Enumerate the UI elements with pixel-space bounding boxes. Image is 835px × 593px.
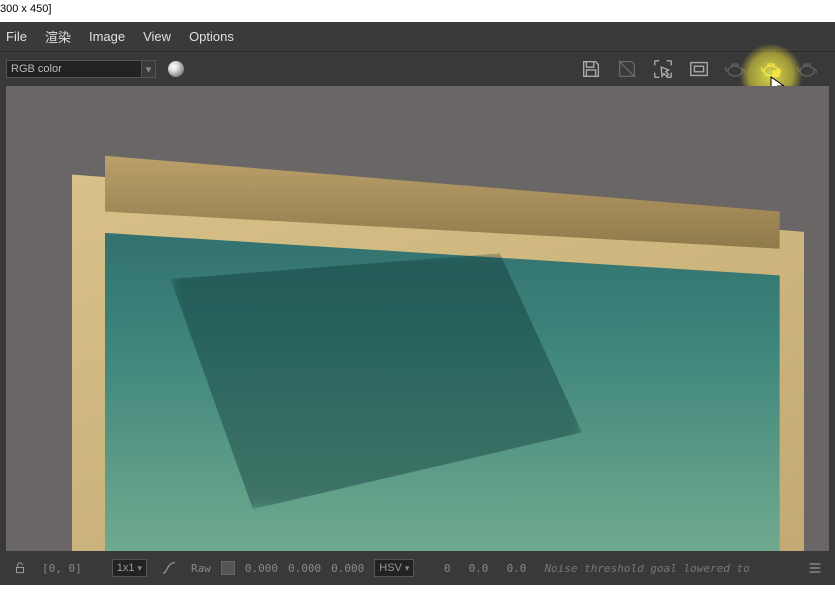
save-disabled-icon xyxy=(615,57,639,81)
window-title: 300 x 450] xyxy=(0,0,835,22)
menu-file[interactable]: File xyxy=(6,29,27,44)
rgb-r: 0.000 xyxy=(245,562,278,575)
zoom-label: 1x1 xyxy=(117,562,135,574)
menu-view[interactable]: View xyxy=(143,29,171,44)
menubar: File 渲染 Image View Options xyxy=(0,22,835,52)
raw-label: Raw xyxy=(191,562,211,575)
render-viewport[interactable] xyxy=(6,86,829,551)
color-swatch[interactable] xyxy=(221,561,235,575)
chevron-down-icon: ▾ xyxy=(141,61,155,77)
hsv-v: 0.0 xyxy=(498,562,526,575)
frame-icon[interactable] xyxy=(687,57,711,81)
teapot-render-icon[interactable] xyxy=(723,57,747,81)
menu-render[interactable]: 渲染 xyxy=(45,27,71,46)
menu-options[interactable]: Options xyxy=(189,29,234,44)
menu-image[interactable]: Image xyxy=(89,29,125,44)
tool-icons xyxy=(579,57,829,81)
rendered-image xyxy=(6,86,829,551)
colorspace-label: HSV xyxy=(379,562,402,574)
curve-icon[interactable] xyxy=(157,556,181,580)
teapot-render-alt-icon[interactable] xyxy=(795,57,819,81)
pixel-coords: [0, 0] xyxy=(42,562,82,575)
chevron-down-icon: ▾ xyxy=(405,563,410,574)
lock-icon[interactable] xyxy=(8,556,32,580)
chevron-down-icon: ▾ xyxy=(138,563,143,574)
channel-select[interactable]: RGB color ▾ xyxy=(6,60,156,78)
hsv-h: 0 xyxy=(430,562,450,575)
menu-icon[interactable] xyxy=(803,556,827,580)
app-frame: File 渲染 Image View Options RGB color ▾ xyxy=(0,22,835,585)
save-icon[interactable] xyxy=(579,57,603,81)
hsv-s: 0.0 xyxy=(460,562,488,575)
colorspace-select[interactable]: HSV ▾ xyxy=(374,559,414,577)
channel-select-label: RGB color xyxy=(11,63,62,75)
sphere-preview-icon[interactable] xyxy=(168,61,184,77)
status-message: Noise threshold goal lowered to xyxy=(544,562,749,575)
statusbar: [0, 0] 1x1 ▾ Raw 0.000 0.000 0.000 HSV ▾… xyxy=(0,551,835,585)
zoom-select[interactable]: 1x1 ▾ xyxy=(112,559,147,577)
rgb-g: 0.000 xyxy=(288,562,321,575)
rgb-b: 0.000 xyxy=(331,562,364,575)
toolbar: RGB color ▾ xyxy=(0,52,835,86)
region-select-icon[interactable] xyxy=(651,57,675,81)
